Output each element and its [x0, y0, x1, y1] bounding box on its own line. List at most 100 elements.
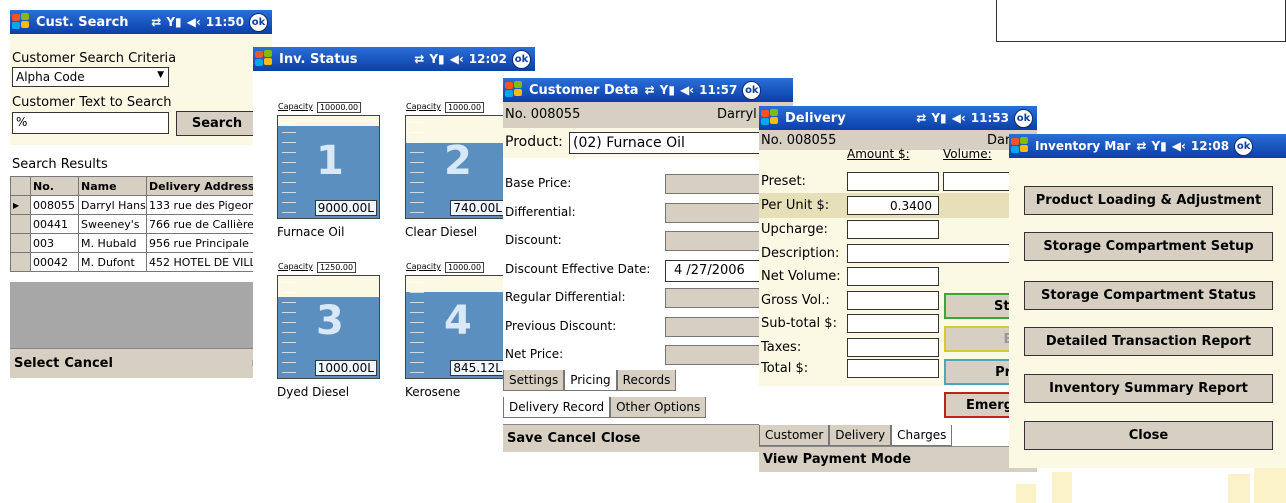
- tab-records[interactable]: Records: [616, 370, 677, 391]
- signal-icon: Y▮: [1151, 139, 1167, 153]
- clock: 12:02: [468, 52, 507, 66]
- delivery-field-input[interactable]: [847, 338, 939, 357]
- windows-start-icon[interactable]: [12, 13, 32, 31]
- delivery-field-input[interactable]: [847, 267, 939, 286]
- capacity-row: Capacity 10000.00: [278, 102, 362, 113]
- tab-pricing[interactable]: Pricing: [564, 370, 617, 391]
- sync-icon: ⇄: [1136, 139, 1147, 153]
- soft-key-bar: View Payment Mode ⌨: [759, 446, 1037, 472]
- table-header-row: No. Name Delivery Address: [10, 176, 261, 196]
- criteria-select[interactable]: Alpha Code ▼: [12, 67, 169, 87]
- level-ticks: [410, 122, 424, 214]
- save-softkey[interactable]: Save: [507, 431, 542, 446]
- delivery-field-input[interactable]: [847, 172, 939, 191]
- cancel-softkey[interactable]: Cancel: [64, 356, 113, 371]
- windows-start-icon[interactable]: [761, 109, 781, 127]
- tab-customer[interactable]: Customer: [759, 425, 830, 446]
- tank-product-label: Kerosene: [405, 385, 461, 399]
- cell-address: 133 rue des Pigeon: [146, 195, 261, 215]
- title-bar: Delivery ⇄ Y▮ ◀‹ 11:53 ok: [759, 106, 1037, 130]
- search-button[interactable]: Search: [176, 111, 258, 136]
- storage-setup-button[interactable]: Storage Compartment Setup: [1024, 232, 1273, 261]
- delivery-field-input[interactable]: [847, 220, 939, 239]
- product-loading-button[interactable]: Product Loading & Adjustment: [1024, 186, 1273, 215]
- tab-delivery[interactable]: Delivery: [829, 425, 892, 446]
- capacity-value: 1000.00: [444, 102, 485, 113]
- storage-status-button[interactable]: Storage Compartment Status: [1024, 281, 1273, 310]
- summary-report-button[interactable]: Inventory Summary Report: [1024, 374, 1273, 403]
- deco-square: [1228, 474, 1250, 503]
- ok-button[interactable]: ok: [1014, 108, 1033, 128]
- table-row[interactable]: 003 M. Hubald 956 rue Principale: [10, 233, 261, 253]
- table-row[interactable]: ▶ 008055 Darryl Hans 133 rue des Pigeon: [10, 195, 261, 215]
- delivery-field-input[interactable]: [847, 291, 939, 310]
- row-pointer-icon: ▶: [10, 195, 31, 215]
- tank-volume: 740.00L: [450, 200, 505, 216]
- column-header[interactable]: Name: [78, 176, 147, 196]
- ok-button[interactable]: ok: [1234, 136, 1254, 156]
- ok-button[interactable]: ok: [742, 80, 762, 100]
- delivery-field-input[interactable]: 0.3400: [847, 196, 939, 215]
- close-button[interactable]: Close: [1024, 421, 1273, 450]
- delivery-field-label: Taxes:: [761, 340, 802, 355]
- delivery-field-label: Preset:: [761, 174, 806, 189]
- capacity-label: Capacity: [406, 102, 441, 111]
- speaker-icon: ◀‹: [186, 15, 201, 29]
- close-softkey[interactable]: Close: [601, 431, 640, 446]
- storage-tank[interactable]: Capacity 1000.00 4 845.12L: [405, 262, 508, 379]
- cell-name: M. Dufont: [78, 252, 147, 272]
- speaker-icon: ◀‹: [1171, 139, 1186, 153]
- product-row: Product: (02) Furnace Oil: [503, 128, 793, 158]
- window-title: Cust. Search: [36, 14, 129, 30]
- window-title: Customer Deta: [529, 82, 639, 98]
- table-row[interactable]: 00042 M. Dufont 452 HOTEL DE VILL: [10, 252, 261, 272]
- table-row[interactable]: 00441 Sweeney's 766 rue de Callière: [10, 214, 261, 234]
- delivery-field-input[interactable]: [847, 359, 939, 378]
- pricing-field-label: Regular Differential:: [505, 290, 626, 304]
- cell-number: 008055: [30, 195, 79, 215]
- customer-number: No. 008055: [505, 107, 581, 122]
- capacity-value: 10000.00: [316, 102, 362, 113]
- tab-delivery-record[interactable]: Delivery Record: [503, 397, 611, 418]
- sync-icon: ⇄: [644, 83, 655, 97]
- ok-button[interactable]: ok: [512, 49, 531, 69]
- criteria-label: Customer Search Criteria: [12, 51, 177, 66]
- storage-tank[interactable]: Capacity 10000.00 1 9000.00L: [277, 102, 380, 219]
- delivery-field-label: Net Volume:: [761, 269, 841, 284]
- title-bar: Cust. Search ⇄ Y▮ ◀‹ 11:50 ok: [10, 10, 272, 34]
- windows-start-icon[interactable]: [505, 81, 525, 99]
- pricing-field-label: Discount:: [505, 233, 562, 247]
- view-payment-mode-softkey[interactable]: View Payment Mode: [763, 452, 911, 467]
- pricing-field-label: Differential:: [505, 204, 576, 219]
- storage-tank[interactable]: Capacity 1250.00 3 1000.00L: [277, 262, 380, 379]
- clock: 11:53: [970, 111, 1009, 125]
- capacity-row: Capacity 1000.00: [406, 102, 485, 113]
- select-softkey[interactable]: Select: [14, 356, 59, 371]
- search-text-input[interactable]: %: [12, 112, 169, 134]
- storage-tank[interactable]: Capacity 1000.00 2 740.00L: [405, 102, 508, 219]
- cancel-softkey[interactable]: Cancel: [547, 431, 596, 446]
- delivery-field-label: Total $:: [761, 361, 809, 376]
- tab-other-options[interactable]: Other Options: [610, 397, 707, 418]
- tab-settings[interactable]: Settings: [503, 370, 565, 391]
- capacity-value: 1000.00: [444, 262, 485, 273]
- column-header[interactable]: Delivery Address: [146, 176, 261, 196]
- cell-number: 003: [30, 233, 79, 253]
- ok-button[interactable]: ok: [249, 12, 268, 32]
- tab-charges[interactable]: Charges: [891, 425, 953, 446]
- cell-name: M. Hubald: [78, 233, 147, 253]
- capacity-label: Capacity: [278, 262, 313, 271]
- column-header[interactable]: No.: [30, 176, 79, 196]
- transaction-report-button[interactable]: Detailed Transaction Report: [1024, 327, 1273, 356]
- cust-search-window: Cust. Search ⇄ Y▮ ◀‹ 11:50 ok Customer S…: [10, 10, 272, 382]
- inventory-management-window: Inventory Mar ⇄ Y▮ ◀‹ 12:08 ok Product L…: [1009, 134, 1286, 468]
- capacity-label: Capacity: [278, 102, 313, 111]
- capacity-row: Capacity 1000.00: [406, 262, 485, 273]
- delivery-field-input[interactable]: [847, 314, 939, 333]
- windows-start-icon[interactable]: [255, 50, 275, 68]
- title-bar: Inventory Mar ⇄ Y▮ ◀‹ 12:08 ok: [1009, 134, 1286, 158]
- row-selector-header: [10, 176, 31, 196]
- pricing-field-label: Previous Discount:: [505, 318, 617, 333]
- window-title: Delivery: [785, 110, 846, 126]
- windows-start-icon[interactable]: [1011, 137, 1031, 155]
